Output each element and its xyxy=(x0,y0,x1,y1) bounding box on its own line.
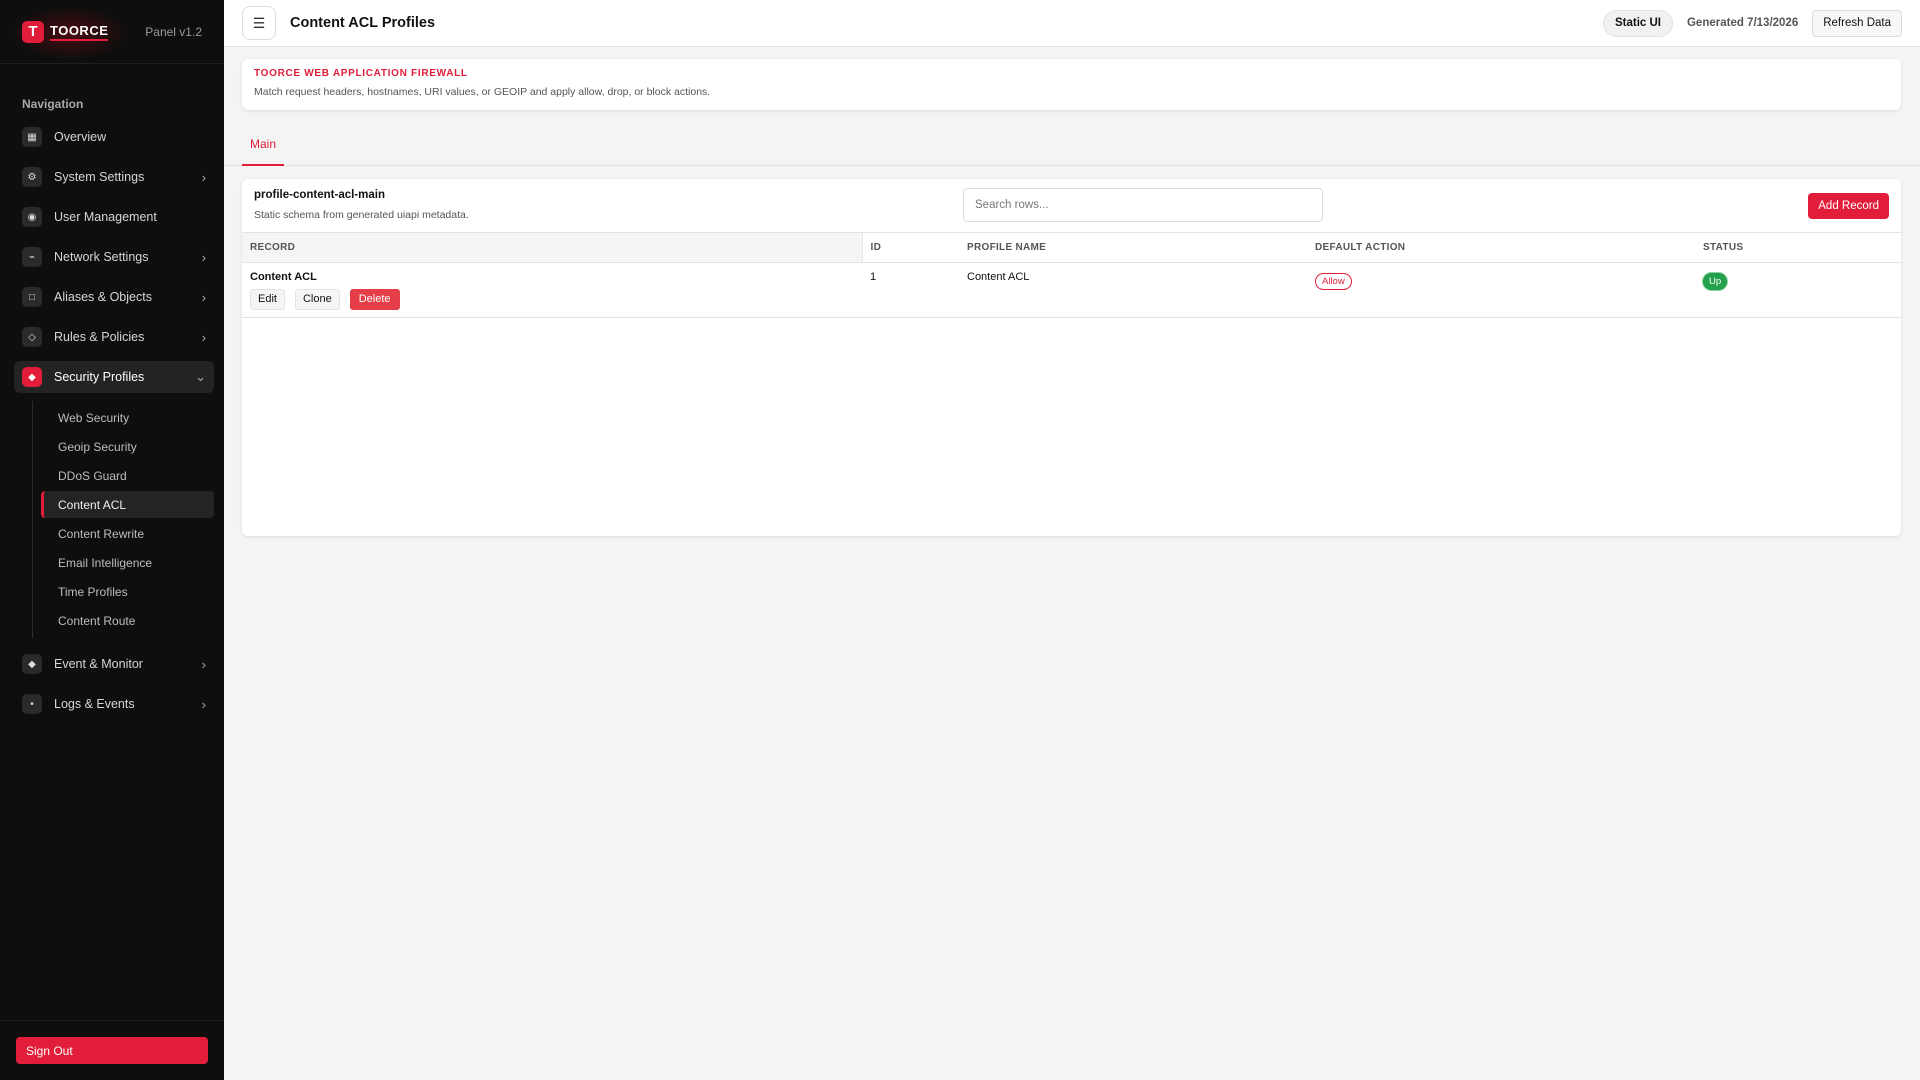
subnav-item-content-route[interactable]: Content Route xyxy=(41,607,214,634)
sidebar-item-label: User Management xyxy=(54,210,157,224)
logo-icon[interactable]: T xyxy=(22,20,44,43)
menu-toggle-button[interactable]: ☰ xyxy=(242,6,276,40)
hamburger-icon: ☰ xyxy=(252,14,266,31)
row-actions: Edit Clone Delete xyxy=(250,288,862,310)
column-header-profile-name[interactable]: PROFILE NAME xyxy=(959,233,1307,263)
table-row[interactable]: Content ACL Edit Clone Delete 1 Content … xyxy=(242,262,1901,318)
topbar: ☰ Content ACL Profiles Static UI Generat… xyxy=(224,0,1920,47)
table-header-row: RECORD ID PROFILE NAME DEFAULT ACTION ST… xyxy=(242,233,1901,263)
card-subtitle: Static schema from generated uiapi metad… xyxy=(254,209,469,221)
brand-name[interactable]: TOORCE xyxy=(50,23,109,41)
sidebar-item-label: Network Settings xyxy=(54,250,149,264)
sidebar-item-label: Aliases & Objects xyxy=(54,290,152,304)
diamond-icon: ◆ xyxy=(22,654,42,674)
nav-heading: Navigation xyxy=(22,97,84,111)
panel-version: Panel v1.2 xyxy=(145,24,202,39)
tab-bar: Main xyxy=(224,129,1920,166)
delete-button[interactable]: Delete xyxy=(349,288,400,310)
column-header-default-action[interactable]: DEFAULT ACTION xyxy=(1307,233,1695,263)
cell-default-action: Allow xyxy=(1307,262,1695,318)
chevron-down-icon: ⌄ xyxy=(195,369,206,384)
grid-icon: ▦ xyxy=(22,127,42,147)
chevron-right-icon: › xyxy=(201,249,206,265)
user-icon: ◉ xyxy=(22,207,42,227)
security-profiles-subnav: Web Security Geoip Security DDoS Guard C… xyxy=(32,401,224,638)
chevron-right-icon: › xyxy=(201,696,206,712)
add-record-button[interactable]: Add Record xyxy=(1808,193,1889,219)
chevron-right-icon: › xyxy=(201,289,206,305)
sidebar-item-user-management[interactable]: ◉ User Management xyxy=(14,201,214,233)
sidebar-item-logs-events[interactable]: • Logs & Events › xyxy=(14,688,214,720)
sidebar-item-label: Event & Monitor xyxy=(54,657,143,671)
cell-profile-name: Content ACL xyxy=(959,262,1307,318)
status-badge: Up xyxy=(1703,272,1728,290)
sidebar-item-system-settings[interactable]: ⚙ System Settings › xyxy=(14,161,214,193)
gear-icon: ⚙ xyxy=(22,167,42,187)
topbar-actions: Static UI Generated 7/13/2026 Refresh Da… xyxy=(1602,9,1902,37)
generated-date: Generated 7/13/2026 xyxy=(1686,17,1799,29)
sidebar-item-label: Rules & Policies xyxy=(54,330,145,344)
sidebar-item-security-profiles[interactable]: ◆ Security Profiles ⌄ xyxy=(14,361,214,393)
edit-button[interactable]: Edit xyxy=(250,288,285,310)
subnav-item-content-rewrite[interactable]: Content Rewrite xyxy=(41,520,214,547)
sidebar-footer: Sign Out xyxy=(0,1020,224,1080)
cell-record: Content ACL Edit Clone Delete xyxy=(242,262,862,318)
sidebar-item-event-monitor[interactable]: ◆ Event & Monitor › xyxy=(14,648,214,680)
subnav-item-time-profiles[interactable]: Time Profiles xyxy=(41,578,214,605)
banner-subtitle: Match request headers, hostnames, URI va… xyxy=(254,86,711,98)
default-action-badge: Allow xyxy=(1315,272,1352,290)
sidebar: T TOORCE Panel v1.2 Navigation ▦ Overvie… xyxy=(0,0,224,1080)
sidebar-item-network-settings[interactable]: ⌁ Network Settings › xyxy=(14,241,214,273)
diamond-outline-icon: ◇ xyxy=(22,327,42,347)
subnav-item-geoip-security[interactable]: Geoip Security xyxy=(41,433,214,460)
subnav-item-content-acl[interactable]: Content ACL xyxy=(41,491,214,518)
sidebar-item-label: Overview xyxy=(54,130,107,144)
sidebar-item-overview[interactable]: ▦ Overview xyxy=(14,121,214,153)
chevron-right-icon: › xyxy=(201,169,206,185)
static-ui-badge: Static UI xyxy=(1602,9,1673,37)
network-icon: ⌁ xyxy=(22,247,42,267)
sidebar-item-aliases-objects[interactable]: □ Aliases & Objects › xyxy=(14,281,214,313)
clone-button[interactable]: Clone xyxy=(294,288,340,310)
dot-icon: • xyxy=(22,694,42,714)
refresh-data-button[interactable]: Refresh Data xyxy=(1812,9,1902,37)
subnav-item-web-security[interactable]: Web Security xyxy=(41,404,214,431)
cell-status: Up xyxy=(1695,262,1901,318)
info-banner: TOORCE WEB APPLICATION FIREWALL Match re… xyxy=(242,59,1901,110)
chevron-right-icon: › xyxy=(201,656,206,672)
column-header-status[interactable]: STATUS xyxy=(1695,233,1901,263)
column-header-id[interactable]: ID xyxy=(862,233,959,263)
sidebar-item-rules-policies[interactable]: ◇ Rules & Policies › xyxy=(14,321,214,353)
sign-out-button[interactable]: Sign Out xyxy=(16,1037,208,1064)
column-header-record[interactable]: RECORD xyxy=(242,233,863,263)
banner-title: TOORCE WEB APPLICATION FIREWALL xyxy=(254,68,468,79)
page-title: Content ACL Profiles xyxy=(290,15,436,31)
subnav-item-email-intelligence[interactable]: Email Intelligence xyxy=(41,549,214,576)
records-table: RECORD ID PROFILE NAME DEFAULT ACTION ST… xyxy=(242,233,1901,318)
square-icon: □ xyxy=(22,287,42,307)
sidebar-item-label: Security Profiles xyxy=(54,370,145,384)
subnav-item-ddos-guard[interactable]: DDoS Guard xyxy=(41,462,214,489)
cell-id: 1 xyxy=(862,262,959,318)
chevron-right-icon: › xyxy=(201,329,206,345)
card-header: profile-content-acl-main Static schema f… xyxy=(242,179,1901,233)
search-input[interactable] xyxy=(963,188,1323,222)
shield-icon: ◆ xyxy=(22,367,42,387)
brand: T TOORCE Panel v1.2 xyxy=(0,0,224,64)
tab-main[interactable]: Main xyxy=(242,129,285,166)
record-name: Content ACL xyxy=(250,270,317,283)
sidebar-item-label: Logs & Events xyxy=(54,697,135,711)
card-title: profile-content-acl-main xyxy=(254,189,385,201)
sidebar-item-label: System Settings xyxy=(54,170,145,184)
records-card: profile-content-acl-main Static schema f… xyxy=(242,179,1901,536)
